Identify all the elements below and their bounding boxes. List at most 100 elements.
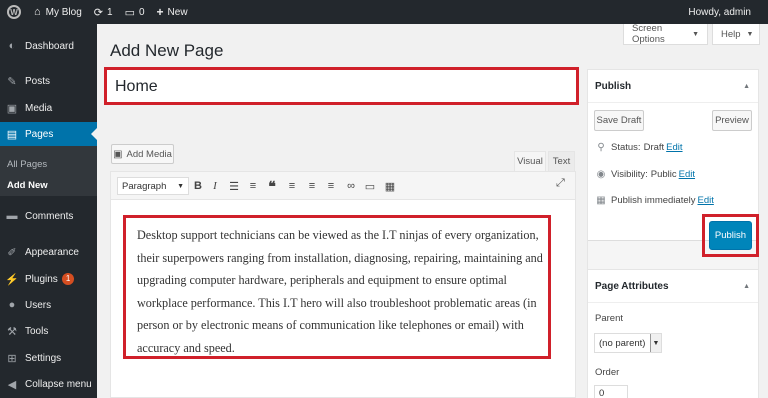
chevron-down-icon: ▼ [692,30,699,38]
status-row: ⚲ Status: Draft Edit [595,142,682,153]
sidebar-item-dashboard[interactable]: ◐ Dashboard [0,34,97,58]
chevron-down-icon: ▼ [650,334,661,352]
comments-icon: ▬ [6,210,18,222]
plus-icon: + [156,5,164,19]
sidebar-item-media[interactable]: ▣ Media [0,96,97,120]
publish-box-header[interactable]: Publish ▲ [588,70,758,103]
collapse-arrow-icon[interactable]: ▲ [743,283,750,290]
preview-label: Preview [715,115,749,126]
format-select-value: Paragraph [122,180,167,192]
read-more-icon[interactable]: ▭ [363,178,377,194]
order-input[interactable] [594,385,628,398]
status-label: Status: [611,142,641,153]
media-icon: ▣ [113,148,123,160]
schedule-row: ▦ Publish immediately Edit [595,195,714,206]
sidebar-item-label: Appearance [25,246,79,258]
toolbar-toggle-icon[interactable]: ▦ [383,178,397,194]
link-icon[interactable]: ∞ [344,178,358,194]
updates-link[interactable]: ⟳ 1 [88,0,119,24]
sidebar-item-posts[interactable]: ✎ Posts [0,69,97,93]
collapse-menu-button[interactable]: ◀ Collapse menu [0,372,97,396]
help-button[interactable]: Help ▼ [712,24,760,45]
updates-count: 1 [107,6,113,18]
numbered-list-icon[interactable]: ≡ [246,178,260,194]
updates-icon: ⟳ [93,6,103,19]
sidebar-item-appearance[interactable]: ✐ Appearance [0,240,97,264]
align-right-icon[interactable]: ≡ [324,178,338,194]
editor-toolbar: Paragraph ▼ B I ☰ ≡ ❝ ≡ ≡ ≡ ∞ ▭ ▦ [111,172,575,200]
status-value: Draft [643,142,665,153]
collapse-arrow-icon[interactable]: ▲ [743,83,750,90]
submenu-all-pages[interactable]: All Pages [7,159,47,170]
bulleted-list-icon[interactable]: ☰ [227,178,241,194]
page-attributes-header[interactable]: Page Attributes ▲ [588,270,758,303]
sidebar-item-label: Users [25,299,52,311]
site-name-link[interactable]: ⌂ My Blog [28,0,88,24]
align-center-icon[interactable]: ≡ [305,178,319,194]
admin-bar: W ⌂ My Blog ⟳ 1 ▭ 0 + New Howdy, admin [0,0,768,24]
pages-icon: ▤ [6,128,18,141]
pin-icon: ✎ [7,75,17,88]
page-title: Add New Page [110,41,224,60]
comments-link[interactable]: ▭ 0 [119,0,151,24]
visibility-value: Public [650,169,677,180]
wordpress-logo-icon[interactable]: W [0,0,28,24]
comments-count: 0 [138,6,145,18]
edit-schedule-link[interactable]: Edit [697,195,713,206]
visibility-label: Visibility: [611,169,648,180]
home-icon: ⌂ [34,6,41,18]
tab-visual[interactable]: Visual [514,151,546,171]
sidebar-item-label: Collapse menu [25,378,92,390]
sidebar-item-comments[interactable]: ▬ Comments [0,204,97,228]
page-title-input[interactable] [115,76,565,98]
save-draft-label: Save Draft [596,115,642,126]
screen-options-button[interactable]: Screen Options ▼ [623,23,708,45]
fullscreen-icon[interactable]: ⤢ [556,177,565,190]
bold-icon[interactable]: B [191,178,205,194]
eye-icon: ◉ [596,169,606,180]
sidebar-item-tools[interactable]: ⚒ Tools [0,319,97,343]
add-media-button[interactable]: ▣ Add Media [111,144,174,164]
format-select[interactable]: Paragraph ▼ [117,177,189,195]
preview-button[interactable]: Preview [712,110,752,131]
publish-box-title: Publish [595,80,632,92]
sidebar-item-label: Settings [25,352,62,364]
new-content-link[interactable]: + New [151,0,194,24]
submenu-add-new[interactable]: Add New [7,180,48,191]
publish-button[interactable]: Publish [709,221,752,250]
sidebar-item-label: Tools [25,325,49,337]
sidebar-item-plugins[interactable]: ⚡ Plugins 1 [0,267,97,291]
greeting: Howdy, admin [688,6,751,18]
parent-select[interactable]: (no parent) ▼ [594,333,662,353]
sidebar-item-pages[interactable]: ▤ Pages [0,122,97,146]
edit-status-link[interactable]: Edit [666,142,682,153]
page-attributes-title: Page Attributes [595,280,669,292]
blockquote-icon[interactable]: ❝ [265,178,279,194]
site-name: My Blog [45,6,82,18]
tab-text[interactable]: Text [548,151,575,171]
wrench-icon: ⚒ [7,325,17,338]
align-left-icon[interactable]: ≡ [285,178,299,194]
sidebar-item-label: Dashboard [25,40,74,52]
sidebar-item-settings[interactable]: ⊞ Settings [0,346,97,370]
pin-icon: ⚲ [597,142,605,153]
media-icon: ▣ [6,102,18,115]
content-highlight: Desktop support technicians can be viewe… [123,215,551,359]
content-body[interactable]: Desktop support technicians can be viewe… [137,224,547,359]
add-media-label: Add Media [126,148,172,160]
sidebar-item-label: Comments [25,210,74,222]
chevron-down-icon: ▼ [746,30,754,38]
title-field-wrapper [104,67,579,105]
dashboard-icon: ◐ [8,40,16,52]
save-draft-button[interactable]: Save Draft [594,110,644,131]
italic-icon[interactable]: I [208,178,222,194]
sidebar-item-users[interactable]: ● Users [0,293,97,317]
plugin-icon: ⚡ [5,273,19,286]
tab-visual-label: Visual [517,156,543,167]
account-menu[interactable]: Howdy, admin [682,0,768,24]
comment-bubble-icon: ▭ [124,6,135,19]
admin-sidebar: ◐ Dashboard ✎ Posts ▣ Media ▤ Pages All … [0,24,97,398]
sidebar-item-label: Media [25,102,53,114]
edit-visibility-link[interactable]: Edit [679,169,695,180]
parent-select-value: (no parent) [599,337,646,349]
